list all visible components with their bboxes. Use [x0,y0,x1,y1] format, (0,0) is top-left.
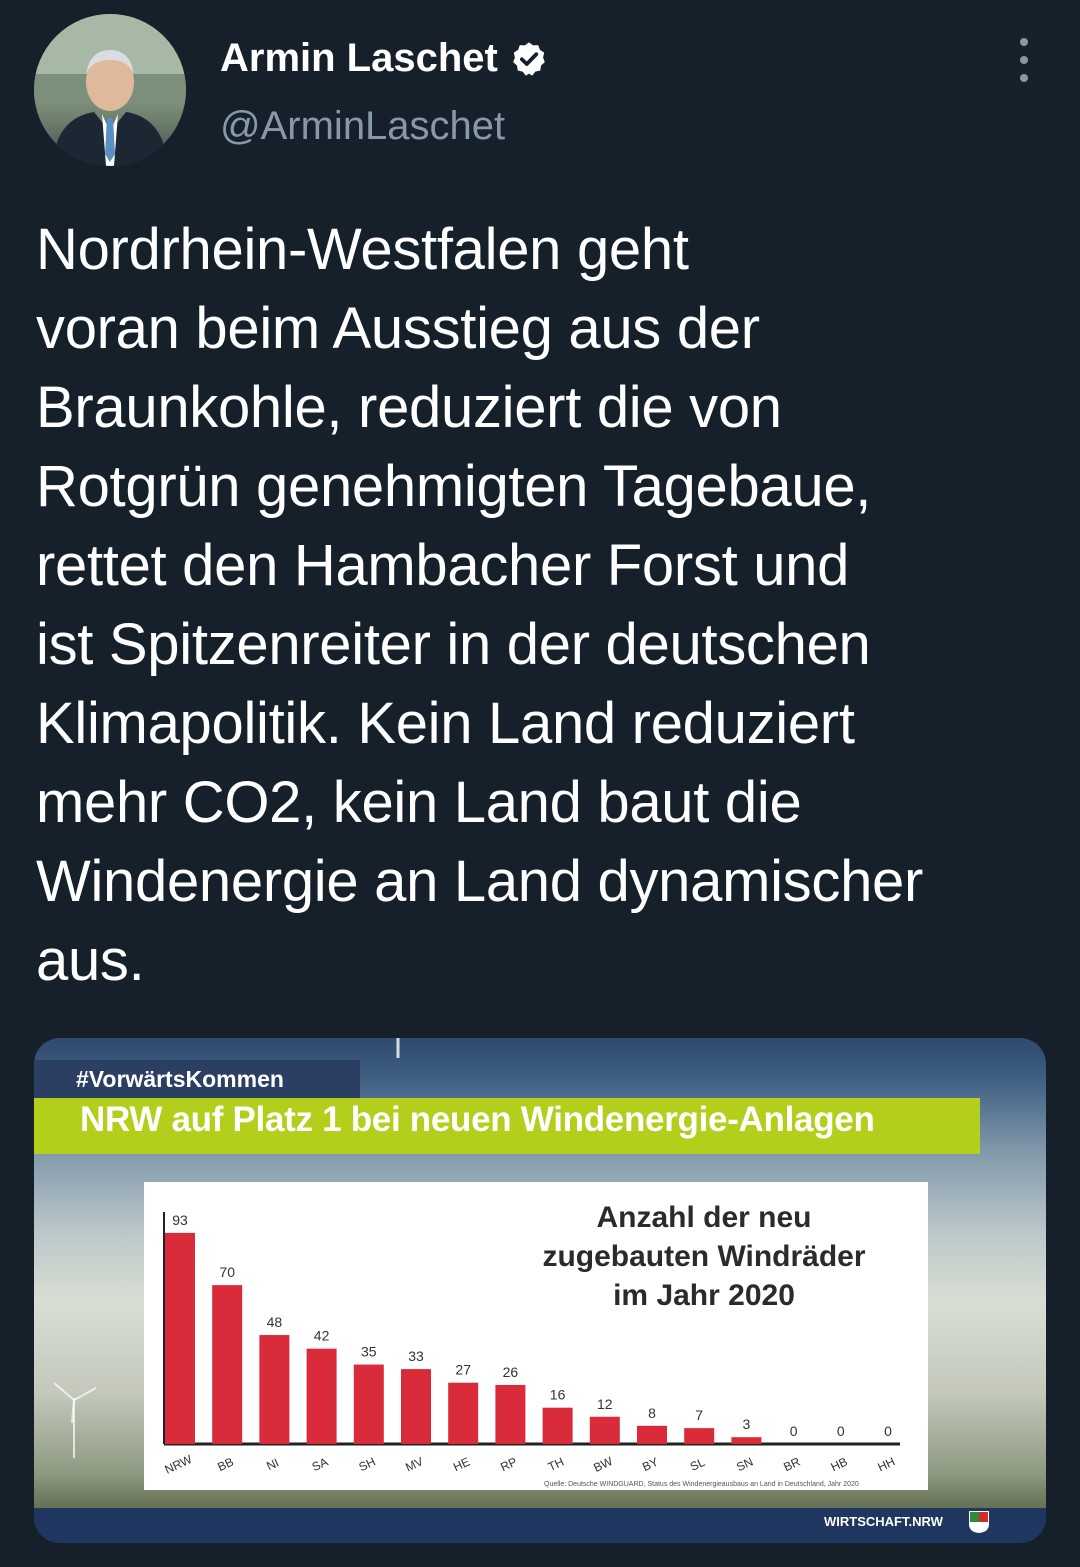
tick-label-sn: SN [734,1455,755,1475]
data-label-mv: 33 [408,1348,424,1364]
hashtag-label: #VorwärtsKommen [34,1060,360,1098]
data-label-sa: 42 [314,1328,330,1344]
more-dot [1020,74,1028,82]
data-label-br: 0 [790,1423,798,1439]
user-handle[interactable]: @ArminLaschet [220,104,505,149]
more-vertical-icon[interactable] [1006,38,1042,82]
tick-label-bb: BB [215,1455,235,1474]
data-label-rp: 26 [503,1364,519,1380]
bar-ni [259,1335,290,1444]
more-dot [1020,56,1028,64]
tick-label-mv: MV [403,1454,425,1474]
tick-label-ni: NI [264,1455,281,1473]
tick-label-hb: HB [829,1455,850,1475]
avatar[interactable] [34,14,186,166]
tick-label-by: BY [640,1455,660,1474]
headline: NRW auf Platz 1 bei neuen Windenergie-An… [80,1100,875,1139]
tick-label-br: BR [781,1454,802,1474]
footer-logo-text: WIRTSCHAFT.NRW [824,1514,943,1529]
tick-label-sl: SL [688,1455,708,1474]
tweet-text: Nordrhein-Westfalen geht voran beim Auss… [36,217,924,993]
bar-mv [401,1369,431,1444]
data-label-bw: 12 [597,1396,613,1412]
bar-sa [306,1348,337,1444]
tick-label-rp: RP [498,1455,519,1475]
data-label-nrw: 93 [172,1212,188,1228]
avatar-photo [34,14,186,166]
bar-bb [212,1285,243,1444]
data-label-sl: 7 [695,1407,703,1423]
source-note: Quelle: Deutsche WINDGUARD, Status des W… [544,1481,859,1488]
bar-rp [495,1384,526,1444]
tick-label-hh: HH [875,1454,897,1474]
chart-title: Anzahl der neu zugebauten Windräder im J… [542,1201,866,1312]
verified-badge-icon [513,41,545,76]
data-label-bb: 70 [219,1264,235,1280]
data-label-sn: 3 [743,1416,751,1432]
data-label-by: 8 [648,1405,656,1421]
display-name-row[interactable]: Armin Laschet [220,36,548,81]
bar-th [542,1407,573,1444]
bar-sl [684,1428,715,1444]
data-label-th: 16 [550,1387,566,1403]
data-label-sh: 35 [361,1344,377,1360]
tick-label-th: TH [546,1455,566,1474]
data-label-hh: 0 [884,1423,892,1439]
display-name[interactable]: Armin Laschet [220,36,498,81]
tick-label-bw: BW [591,1454,615,1475]
tick-label-sh: SH [357,1455,378,1475]
data-label-he: 27 [455,1362,471,1378]
tweet-media-image[interactable]: #VorwärtsKommen NRW auf Platz 1 bei neue… [34,1038,1046,1543]
data-label-ni: 48 [267,1314,283,1330]
bar-by [637,1425,667,1444]
data-label-hb: 0 [837,1423,845,1439]
bar-sn [731,1437,762,1444]
bar-nrw [165,1232,195,1444]
tick-label-he: HE [451,1455,472,1475]
bar-sh [353,1364,384,1444]
bar-bw [589,1416,620,1444]
tick-label-sa: SA [310,1455,330,1474]
bar-he [448,1382,479,1444]
tick-label-nrw: NRW [162,1452,194,1477]
more-dot [1020,38,1028,46]
nrw-crest-icon [969,1511,989,1533]
